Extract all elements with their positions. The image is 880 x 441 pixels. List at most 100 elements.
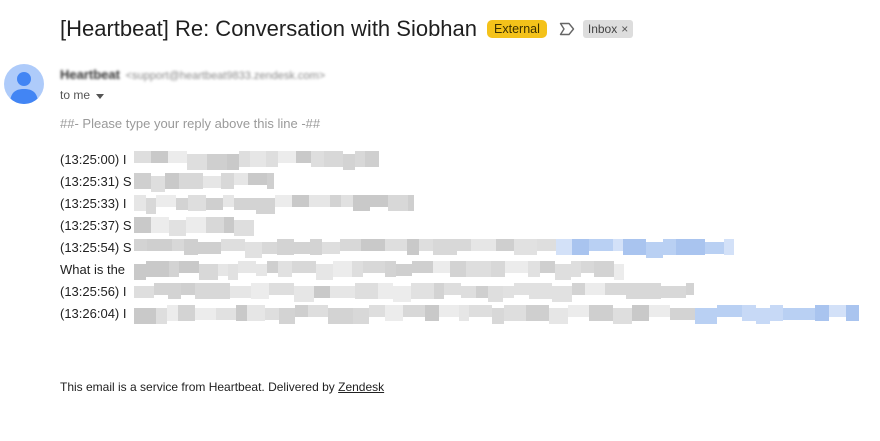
redaction-block <box>167 305 178 321</box>
redaction-block <box>205 283 230 299</box>
redaction-block <box>251 283 269 299</box>
redaction-block <box>388 195 408 211</box>
redaction-block <box>168 151 187 163</box>
redaction-block <box>623 239 646 255</box>
redaction-block <box>724 239 734 255</box>
redaction-block <box>206 198 223 210</box>
redaction-block <box>353 195 370 211</box>
redaction-block <box>361 239 385 251</box>
redaction-block <box>294 242 310 254</box>
redaction-block <box>471 239 496 251</box>
redaction-block <box>311 151 324 167</box>
to-label: to me <box>60 88 91 102</box>
recipient-details-toggle[interactable]: to me <box>60 88 105 102</box>
redaction-block <box>829 305 846 317</box>
redaction-block <box>295 305 308 317</box>
log-line: (13:26:04) I <box>60 306 127 321</box>
redaction-block <box>568 305 589 317</box>
redaction-block <box>176 198 188 210</box>
redaction-block <box>646 242 663 258</box>
redaction-block <box>206 217 224 233</box>
redaction-block <box>324 151 343 167</box>
inbox-label: Inbox <box>587 22 618 36</box>
redaction-block <box>134 286 154 298</box>
redaction-block <box>154 283 168 295</box>
redaction-block <box>262 242 277 254</box>
redaction-block <box>594 261 614 277</box>
redaction-block <box>134 308 156 324</box>
redaction-block <box>378 283 393 299</box>
sender-name[interactable]: Heartbeat <box>60 67 120 82</box>
redaction-block <box>207 154 227 170</box>
redaction-block <box>742 305 756 321</box>
redaction-block <box>221 173 234 189</box>
redaction-block <box>504 305 526 321</box>
redaction-block <box>663 239 676 255</box>
redaction-block <box>245 242 262 258</box>
redaction-block <box>695 239 705 255</box>
redaction-block <box>169 261 179 277</box>
redaction-block <box>408 195 414 211</box>
redaction-block <box>385 239 407 251</box>
redaction-block <box>134 173 151 189</box>
redaction-block <box>165 173 179 189</box>
avatar[interactable] <box>4 64 44 104</box>
redaction-block <box>589 239 613 251</box>
redaction-block <box>310 239 322 255</box>
remove-label-icon[interactable]: × <box>621 22 628 36</box>
redaction-block <box>277 239 294 255</box>
redaction-block <box>572 239 589 255</box>
redaction-block <box>247 305 265 321</box>
redaction-block <box>343 154 355 170</box>
redaction-block <box>605 283 626 295</box>
redaction-block <box>514 283 529 295</box>
redaction-block <box>187 154 207 170</box>
redaction-block <box>330 286 355 298</box>
zendesk-link[interactable]: Zendesk <box>338 380 384 394</box>
redaction-block <box>412 261 433 273</box>
redaction-block <box>365 151 379 167</box>
redaction-block <box>403 305 425 317</box>
redaction-block <box>496 239 514 251</box>
redaction-block <box>195 283 205 299</box>
redaction-block <box>269 283 294 295</box>
redaction-block <box>676 239 695 255</box>
redaction-block <box>234 173 248 185</box>
redaction-block <box>756 308 770 324</box>
redaction-block <box>385 305 403 321</box>
redaction-block <box>355 151 365 167</box>
redaction-block <box>267 261 278 273</box>
redaction-block <box>632 305 649 321</box>
caret-down-icon[interactable] <box>96 93 105 99</box>
redaction-block <box>425 305 439 321</box>
redaction-block <box>314 286 330 298</box>
redaction-block <box>353 308 369 324</box>
redaction-block <box>322 242 340 254</box>
redaction-block <box>278 151 296 163</box>
redaction-block <box>556 239 572 255</box>
log-line: (13:25:00) I <box>60 152 127 167</box>
label-outline-icon[interactable] <box>559 22 575 36</box>
redaction-block <box>783 308 796 320</box>
redaction-block <box>363 261 385 273</box>
redaction-block <box>134 264 146 280</box>
redaction-block <box>330 195 341 207</box>
redaction-block <box>172 239 184 251</box>
redaction-block <box>649 305 670 317</box>
redaction-block <box>267 173 274 189</box>
redaction-block <box>234 220 254 236</box>
redaction-block <box>439 305 459 317</box>
redaction-block <box>514 239 537 255</box>
redaction-block <box>341 195 353 207</box>
redaction-block <box>227 154 239 170</box>
redaction-block <box>146 261 169 277</box>
redaction-block <box>179 173 203 189</box>
redaction-block <box>529 283 552 299</box>
redaction-block <box>309 195 330 207</box>
redaction-block <box>552 286 572 302</box>
redaction-block <box>250 151 266 167</box>
redaction-block <box>466 261 491 277</box>
redaction-block <box>457 239 471 251</box>
redaction-block <box>279 308 295 324</box>
redaction-block <box>134 151 151 163</box>
